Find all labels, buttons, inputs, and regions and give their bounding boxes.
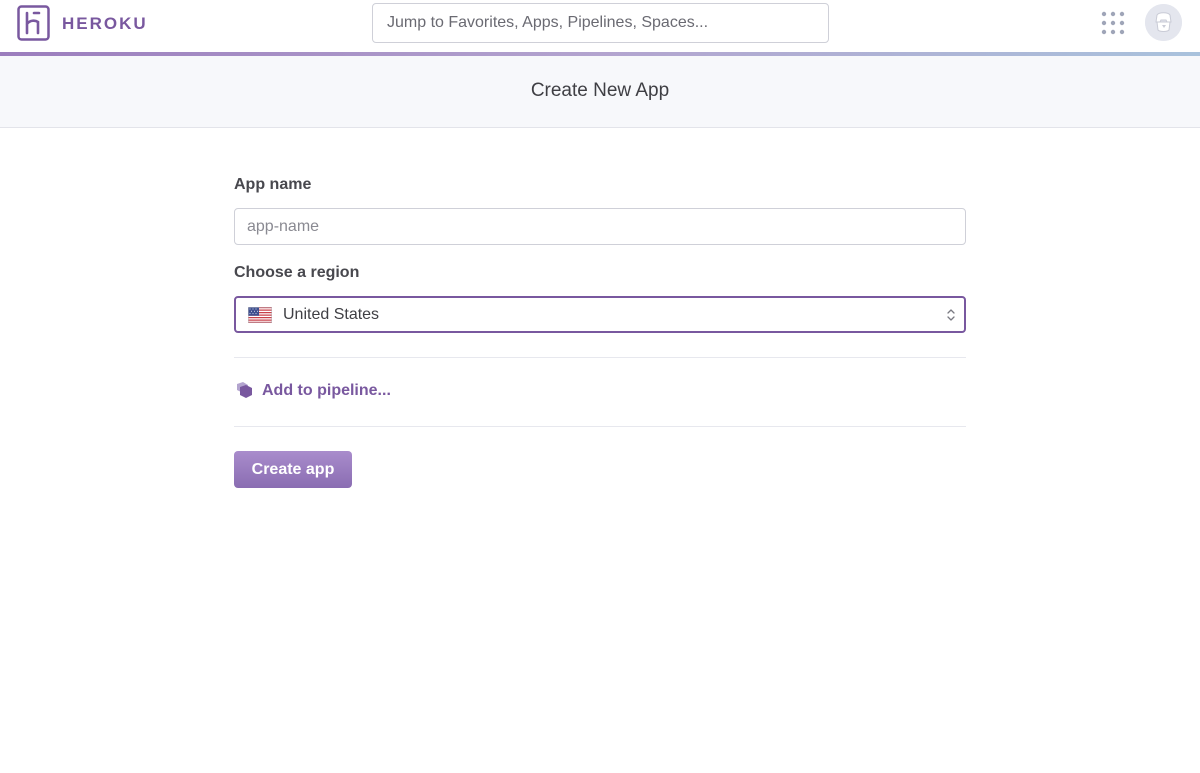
create-app-button[interactable]: Create app [234,451,352,488]
page-title: Create New App [530,80,670,101]
chevron-updown-icon [947,309,955,321]
user-avatar-icon [1145,4,1182,41]
us-flag-icon [248,307,272,323]
divider [234,426,966,427]
region-select-value: United States [283,306,380,323]
apps-grid-icon[interactable] [1101,11,1125,35]
top-navbar: HEROKU [0,0,1200,52]
user-avatar[interactable] [1145,4,1182,41]
brand-name[interactable]: HEROKU [62,14,148,34]
pipeline-icon [237,382,252,398]
app-name-label: App name [234,176,312,193]
add-to-pipeline-label: Add to pipeline... [262,382,391,399]
heroku-logo-icon[interactable] [17,5,50,41]
search-input[interactable] [372,3,829,43]
divider [234,357,966,358]
app-name-input[interactable] [234,208,966,245]
region-select[interactable]: United States [234,296,966,333]
page-header: Create New App [0,56,1200,128]
region-label: Choose a region [234,264,360,281]
